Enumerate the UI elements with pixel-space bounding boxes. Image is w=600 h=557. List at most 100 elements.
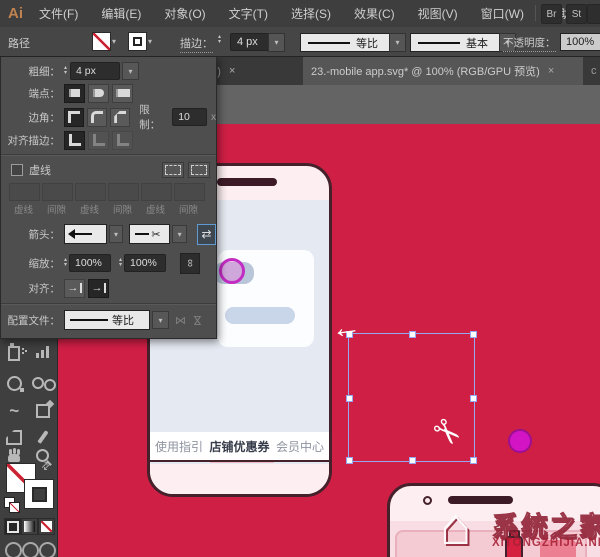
stroke-weight-label[interactable]: 描边： (180, 35, 213, 53)
align-stroke-inside-button[interactable] (88, 131, 109, 150)
miter-join-button[interactable] (64, 108, 84, 127)
tab2-close-icon[interactable]: × (548, 65, 554, 77)
none-mode-button[interactable] (38, 518, 55, 535)
symbol-sprayer-tool-icon[interactable] (3, 341, 25, 363)
flip-across-icon[interactable]: ⋈ (191, 315, 204, 326)
align-end-button[interactable]: → (88, 279, 109, 298)
limit-field[interactable]: 10 (172, 108, 207, 126)
weight-field[interactable]: 4 px (70, 62, 120, 80)
selection-handle[interactable] (470, 331, 477, 338)
dash-field-3[interactable] (141, 183, 172, 201)
profile-line-preview (308, 42, 350, 44)
stepper-down-icon[interactable]: ▾ (64, 71, 67, 76)
menu-bar: Ai 文件(F) 编辑(E) 对象(O) 文字(T) 选择(S) 效果(C) 视… (0, 0, 600, 28)
shape-builder-tool-icon[interactable] (3, 372, 25, 394)
menu-window[interactable]: 窗口(W) (481, 5, 524, 22)
chevron-down-icon: ▾ (114, 230, 118, 239)
width-tool-icon[interactable]: ~ (3, 400, 25, 422)
width-profile-dropdown[interactable]: 等比 (300, 33, 390, 52)
menu-view[interactable]: 视图(V) (418, 5, 458, 22)
menu-edit[interactable]: 编辑(E) (101, 5, 141, 22)
column-graph-tool-icon[interactable] (32, 341, 54, 363)
round-join-button[interactable] (87, 108, 107, 127)
wave-shape: ~ (9, 401, 19, 421)
graph-shape (41, 350, 44, 358)
menu-file[interactable]: 文件(F) (39, 5, 78, 22)
selection-handle[interactable] (409, 331, 416, 338)
draw-behind-icon[interactable] (22, 542, 39, 557)
dash-align-button[interactable] (188, 162, 210, 178)
document-tab-2[interactable]: 23.-mobile app.svg* @ 100% (RGB/GPU 预览) … (303, 56, 598, 85)
menu-type[interactable]: 文字(T) (229, 5, 268, 22)
arrow-end-chevron[interactable]: ▾ (172, 225, 187, 243)
arrow-start-dropdown[interactable] (64, 224, 107, 244)
stepper-down-icon[interactable]: ▾ (119, 263, 122, 268)
selection-handle[interactable] (470, 457, 477, 464)
butt-cap-button[interactable] (64, 84, 85, 103)
selection-handle[interactable] (470, 395, 477, 402)
dashed-line-checkbox[interactable] (11, 164, 23, 176)
scale-x-stepper[interactable]: ▴▾ (64, 258, 67, 268)
fill-swatch[interactable] (92, 32, 111, 51)
opacity-field[interactable]: 100% (560, 33, 600, 51)
scale-y-stepper[interactable]: ▴▾ (119, 258, 122, 268)
align-stroke-outside-button[interactable] (112, 131, 133, 150)
align-stroke-center-button[interactable] (64, 131, 85, 150)
perspective-grid-tool-icon[interactable] (32, 372, 54, 394)
phone1-pill-large (225, 307, 295, 324)
brush-dropdown[interactable]: 基本 (410, 33, 500, 52)
opacity-label[interactable]: 不透明度： (503, 35, 556, 52)
selection-handle[interactable] (409, 457, 416, 464)
stock-button[interactable]: St (566, 4, 587, 24)
weight-dropdown[interactable]: ▾ (122, 62, 139, 80)
chevron-down-icon: ▾ (129, 67, 133, 76)
gap-field-3[interactable] (174, 183, 205, 201)
weight-stepper[interactable]: ▴ ▾ (64, 66, 67, 76)
round-cap-shape (93, 89, 104, 97)
menu-select[interactable]: 选择(S) (291, 5, 331, 22)
mesh-tool-icon[interactable] (32, 400, 54, 422)
stroke-weight-dropdown[interactable]: ▾ (268, 33, 285, 52)
scale-x-field[interactable]: 100% (69, 254, 111, 272)
stepper-down-icon[interactable]: ▾ (218, 40, 221, 45)
color-mode-button[interactable] (4, 518, 21, 535)
link-scales-button[interactable]: ∞ (180, 253, 200, 274)
stroke-weight-stepper[interactable]: ▴ ▾ (218, 35, 221, 45)
width-profile-chevron[interactable]: ▾ (389, 33, 406, 52)
scale-y-field[interactable]: 100% (124, 254, 166, 272)
menu-effect[interactable]: 效果(C) (354, 5, 395, 22)
illustrator-window: Ai 文件(F) 编辑(E) 对象(O) 文字(T) 选择(S) 效果(C) 视… (0, 0, 600, 557)
arrow-start-chevron[interactable]: ▾ (109, 225, 124, 243)
draw-inside-icon[interactable] (39, 542, 56, 557)
arrowheads-label: 箭头： (1, 227, 64, 242)
projecting-cap-button[interactable] (112, 84, 133, 103)
stroke-color-swatch[interactable] (24, 479, 54, 509)
document-tab-3[interactable]: c (583, 56, 600, 85)
bridge-button[interactable]: Br (541, 4, 562, 24)
dash-preserve-button[interactable] (162, 162, 184, 178)
stepper-down-icon[interactable]: ▾ (64, 263, 67, 268)
tab1-close-icon[interactable]: × (229, 65, 235, 77)
fill-chevron-icon[interactable]: ▾ (112, 37, 116, 46)
arrow-end-dropdown[interactable]: ✂ (129, 224, 170, 244)
stroke-chevron-icon[interactable]: ▾ (148, 37, 152, 46)
profile-chevron[interactable]: ▾ (152, 311, 169, 329)
selection-handle[interactable] (346, 457, 353, 464)
draw-normal-icon[interactable] (5, 542, 22, 557)
stroke-swatch[interactable] (128, 32, 147, 51)
gap-field-2[interactable] (108, 183, 139, 201)
gradient-mode-button[interactable] (21, 518, 38, 535)
workspace-partial-button[interactable] (587, 4, 600, 24)
selection-handle[interactable] (346, 395, 353, 402)
menu-object[interactable]: 对象(O) (164, 5, 205, 22)
swap-arrowheads-button[interactable]: ⇄ (197, 224, 216, 245)
flip-along-icon[interactable]: ⋈ (175, 314, 186, 327)
dash-field-2[interactable] (75, 183, 106, 201)
profile-value: 等比 (112, 312, 134, 328)
align-tip-button[interactable]: → (64, 279, 85, 298)
round-cap-button[interactable] (88, 84, 109, 103)
profile-dropdown[interactable]: 等比 (64, 310, 150, 330)
dash-field-1[interactable] (9, 183, 40, 201)
gap-field-1[interactable] (42, 183, 73, 201)
bevel-join-button[interactable] (110, 108, 130, 127)
